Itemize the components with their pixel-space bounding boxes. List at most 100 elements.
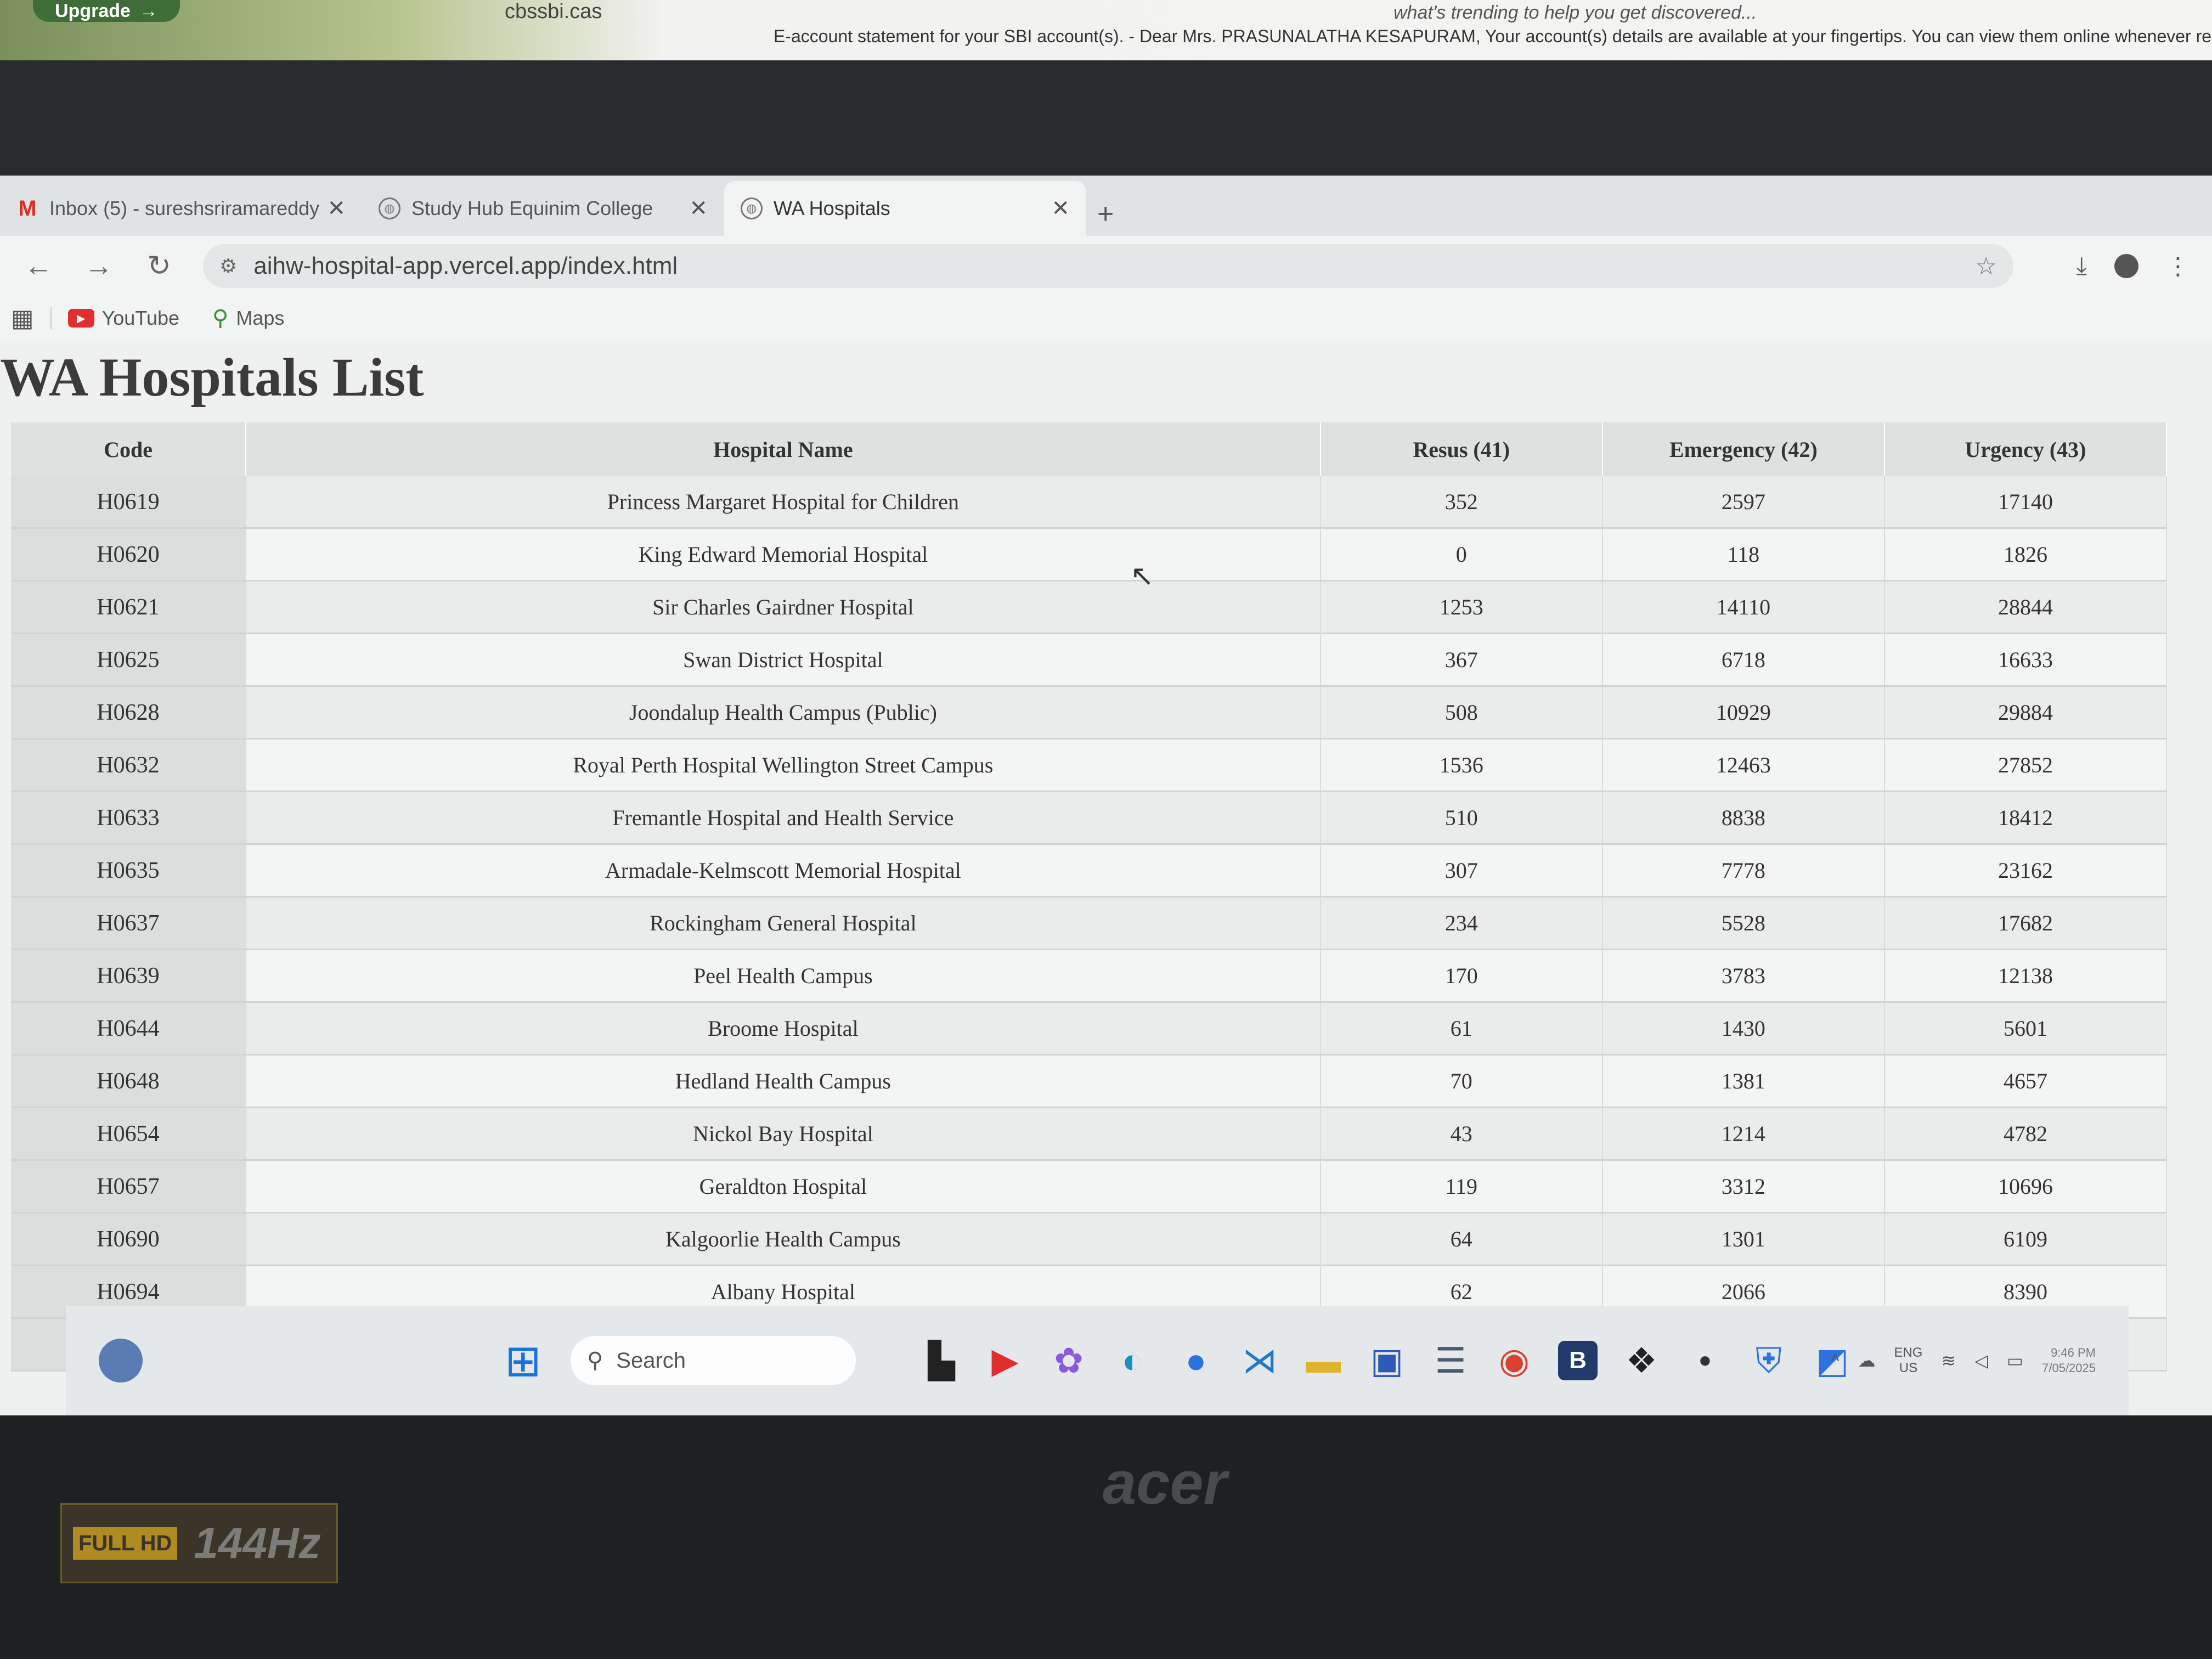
dropbox-icon[interactable]: ❖ [1622,1341,1661,1380]
tab-study-hub[interactable]: ◍ Study Hub Equinim College ✕ [362,181,724,236]
download-icon[interactable]: ⤓ [2076,252,2087,280]
close-icon[interactable]: ✕ [327,196,346,221]
table-row: H0635 Armadale-Kelmscott Memorial Hospita… [11,844,2168,898]
hospital-name-cell: Princess Margaret Hospital for Children [246,476,1321,529]
table-row: H0654 Nickol Bay Hospital 43 1214 4782 [11,1107,2168,1161]
site-info-icon[interactable]: ⚙ [219,255,237,278]
chevron-up-icon[interactable]: ^ [1831,1351,1839,1371]
chrome-icon[interactable]: ◉ [1494,1341,1534,1380]
youtube-app-icon[interactable]: ▶ [985,1341,1025,1380]
column-header-hospital-name: Hospital Name [246,422,1321,476]
globe-icon: ◍ [379,198,400,219]
emergency-count-cell: 2597 [1602,476,1885,529]
apps-grid-icon[interactable]: ▦ [11,304,34,332]
table-row: H0632 Royal Perth Hospital Wellington Str… [11,738,2168,792]
hospital-code-cell: H0690 [11,1212,247,1266]
gmail-icon: M [18,196,37,221]
clock[interactable]: 9:46 PM 7/05/2025 [2042,1345,2096,1376]
resus-count-cell: 64 [1320,1212,1603,1266]
bookmark-star-icon[interactable]: ☆ [1976,252,1997,280]
urgency-count-cell: 18412 [1884,791,2168,845]
hospital-code-cell: H0633 [11,791,247,845]
page-content: WA Hospitals List Code Hospital Name Res… [0,340,2212,1437]
edge-icon[interactable]: ◐ [1113,1341,1152,1380]
file-explorer-icon[interactable]: ▬ [1304,1341,1343,1380]
weather-widget-icon[interactable] [99,1339,143,1383]
language-indicator[interactable]: ENG US [1894,1345,1922,1376]
bookmark-youtube[interactable]: ▶ YouTube [67,307,180,330]
wifi-icon[interactable]: ≋ [1941,1350,1956,1371]
hospital-code-cell: H0644 [11,1002,247,1056]
taskbar-apps: ▙ ▶ ✿ ◐ ● ⋊ ▬ ▣ ☰ ◉ B ❖ • ⛨ ◩ [922,1341,1852,1380]
address-bar[interactable]: ⚙ aihw-hospital-app.vercel.app/index.htm… [203,244,2013,288]
hospital-name-cell: Sir Charles Gairdner Hospital [246,580,1321,634]
zoom-icon[interactable]: ● [1176,1341,1216,1380]
hospitals-table-body: H0619 Princess Margaret Hospital for Chil… [11,476,2168,1372]
toolbar-actions: ⤓ ⋮ [2076,252,2190,280]
tab-wa-hospitals[interactable]: ◍ WA Hospitals ✕ [724,181,1086,236]
app-dot-icon[interactable]: • [1685,1341,1725,1380]
table-row: H0637 Rockingham General Hospital 234 5528 1… [11,896,2168,950]
more-menu-icon[interactable]: ⋮ [2166,252,2190,280]
vscode-icon[interactable]: ⋊ [1240,1341,1279,1380]
tab-title: Study Hub Equinim College [411,197,653,219]
shield-icon[interactable]: ⛨ [1749,1341,1788,1380]
battery-icon[interactable]: ▭ [2007,1350,2023,1371]
notes-icon[interactable]: ☰ [1431,1341,1470,1380]
notification-trending: what's trending to help you get discover… [1393,2,1757,23]
urgency-count-cell: 5601 [1884,1002,2168,1056]
table-row: H0619 Princess Margaret Hospital for Chil… [11,476,2168,529]
back-icon[interactable]: ← [16,250,60,283]
new-tab-icon[interactable]: + [1097,198,1114,236]
hospital-name-cell: Fremantle Hospital and Health Service [246,791,1321,845]
bookmark-maps[interactable]: ⚲ Maps [212,306,284,331]
emergency-count-cell: 8838 [1602,791,1885,845]
clock-date: 7/05/2025 [2042,1361,2096,1375]
upgrade-button[interactable]: Upgrade → [33,0,180,22]
emergency-count-cell: 1214 [1602,1107,1885,1161]
taskbar-search[interactable]: ⚲ Search [571,1336,856,1385]
hospitals-table: Code Hospital Name Resus (41) Emergency … [11,422,2168,1372]
urgency-count-cell: 17682 [1884,896,2168,950]
table-row: H0625 Swan District Hospital 367 6718 16633 [11,633,2168,687]
volume-icon[interactable]: ◁ [1974,1350,1988,1371]
hospital-name-cell: Broome Hospital [246,1002,1321,1056]
copilot-icon[interactable]: ✿ [1049,1341,1088,1380]
reload-icon[interactable]: ↻ [137,250,181,283]
display-sticker: FULL HD 144Hz [60,1503,338,1583]
close-icon[interactable]: ✕ [1051,196,1070,221]
hospital-name-cell: Peel Health Campus [246,949,1321,1003]
profile-avatar[interactable] [2114,254,2138,278]
hospital-name-cell: Kalgoorlie Health Campus [246,1212,1321,1266]
urgency-count-cell: 10696 [1884,1160,2168,1214]
hospital-name-cell: Swan District Hospital [246,633,1321,687]
tab-inbox[interactable]: M Inbox (5) - sureshsriramareddy ✕ [0,181,362,236]
laptop-bezel: acer FULL HD 144Hz [0,1415,2212,1659]
hospital-code-cell: H0648 [11,1054,247,1108]
bookmark-label: YouTube [101,307,180,329]
upgrade-label: Upgrade [55,0,131,21]
forward-icon[interactable]: → [77,250,121,283]
task-view-icon[interactable]: ▙ [922,1341,961,1380]
column-header-code: Code [11,422,247,476]
search-icon: ⚲ [587,1348,603,1373]
tab-title: WA Hospitals [774,197,890,219]
hospital-name-cell: Royal Perth Hospital Wellington Street C… [246,738,1321,792]
table-header-row: Code Hospital Name Resus (41) Emergency … [11,422,2168,476]
store-icon[interactable]: ▣ [1367,1341,1407,1380]
b-app-icon[interactable]: B [1558,1341,1598,1380]
notification-message[interactable]: E-account statement for your SBI account… [774,26,2212,47]
resus-count-cell: 367 [1320,633,1603,687]
cloud-icon[interactable]: ☁ [1858,1350,1875,1371]
urgency-count-cell: 28844 [1884,580,2168,634]
urgency-count-cell: 6109 [1884,1212,2168,1266]
maps-pin-icon: ⚲ [212,306,229,330]
region-text: US [1899,1361,1918,1375]
close-icon[interactable]: ✕ [689,196,708,221]
clock-time: 9:46 PM [2051,1346,2096,1359]
hospital-code-cell: H0621 [11,580,247,634]
table-row: H0657 Geraldton Hospital 119 3312 10696 [11,1160,2168,1214]
windows-start-icon[interactable]: ⊞ [505,1335,541,1386]
hospital-name-cell: Hedland Health Campus [246,1054,1321,1108]
resus-count-cell: 508 [1320,686,1603,740]
